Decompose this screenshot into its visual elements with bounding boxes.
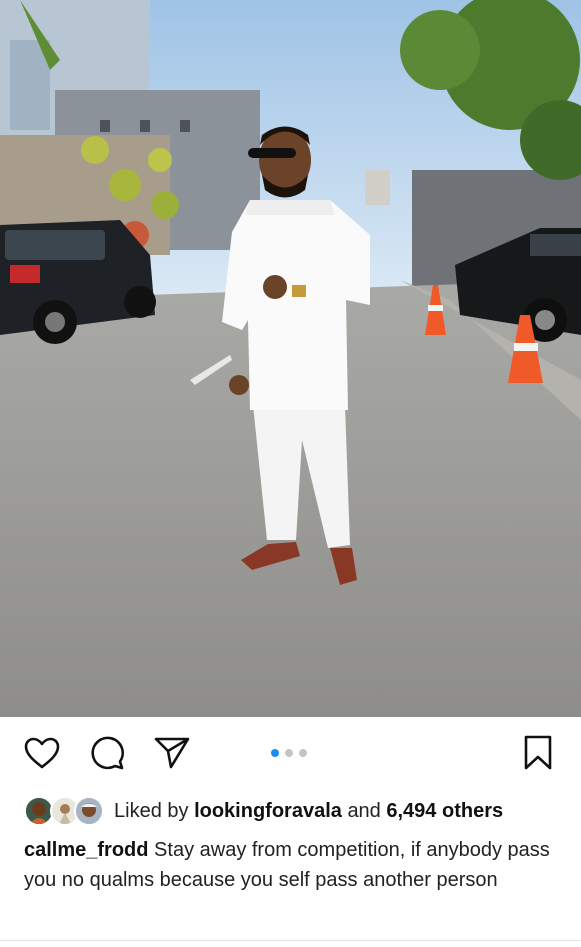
heart-icon — [23, 736, 61, 775]
likes-joiner: and — [347, 799, 381, 822]
carousel-dot-3[interactable] — [299, 749, 307, 757]
post-caption: callme_frodd Stay away from competition,… — [24, 835, 564, 895]
likes-row[interactable]: Liked by lookingforavala and 6,494 other… — [24, 793, 503, 829]
bookmark-icon — [523, 735, 553, 776]
comment-icon — [89, 735, 125, 776]
comment-button[interactable] — [87, 735, 127, 775]
likes-text: Liked by lookingforavala and 6,494 other… — [114, 800, 503, 823]
carousel-indicator — [271, 749, 307, 757]
carousel-dot-2[interactable] — [285, 749, 293, 757]
avatar — [74, 796, 104, 826]
liker-username[interactable]: lookingforavala — [194, 800, 342, 822]
likes-count[interactable]: 6,494 others — [386, 800, 503, 822]
liker-avatars — [24, 795, 106, 827]
save-button[interactable] — [518, 735, 558, 775]
share-button[interactable] — [152, 735, 192, 775]
send-icon — [154, 736, 190, 775]
photo-scene — [0, 0, 581, 717]
likes-prefix: Liked by — [114, 799, 189, 822]
divider — [0, 940, 581, 941]
post-photo[interactable] — [0, 0, 581, 717]
like-button[interactable] — [22, 735, 62, 775]
caption-username[interactable]: callme_frodd — [24, 839, 148, 861]
carousel-dot-1[interactable] — [271, 749, 279, 757]
